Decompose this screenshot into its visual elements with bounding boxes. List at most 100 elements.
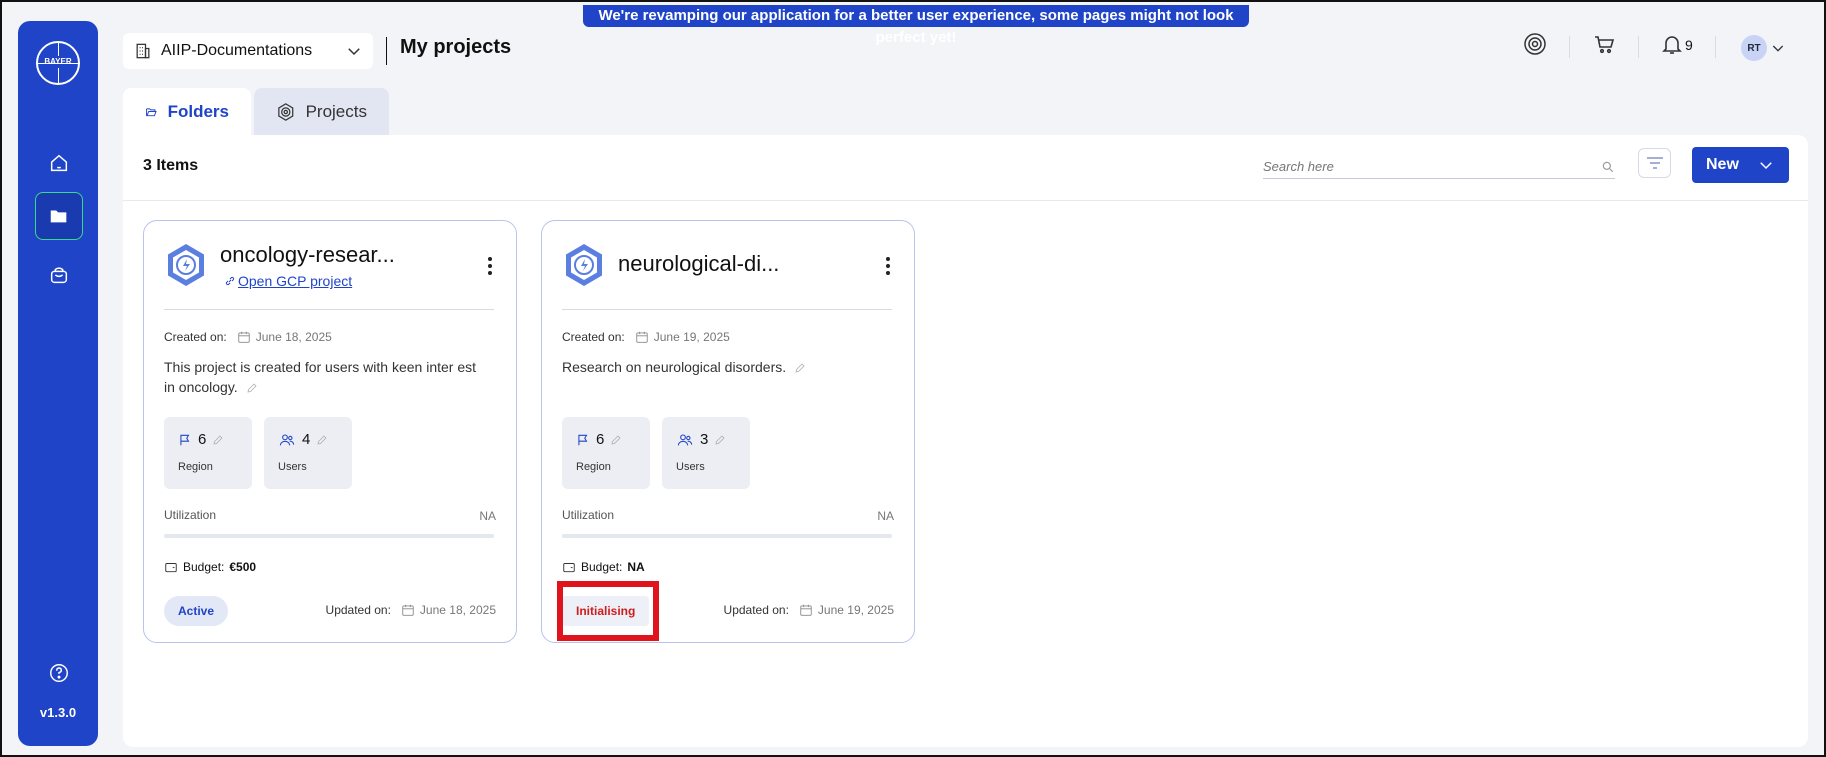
link-label: Open GCP project: [238, 273, 353, 289]
settings-button[interactable]: [1523, 32, 1547, 62]
wallet-icon: [563, 563, 575, 573]
highlight-box: [557, 581, 659, 641]
utilization-value: NA: [877, 509, 894, 523]
edit-icon[interactable]: [212, 434, 224, 446]
updated-on: Updated on: June 18, 2025: [326, 603, 496, 617]
budget-label: Budget:: [581, 560, 623, 574]
budget: Budget: NA: [562, 560, 645, 574]
created-on: Created on: June 18, 2025: [164, 330, 332, 344]
description-text: This project is created for users with k…: [164, 359, 477, 395]
logo-text: BAYER: [39, 56, 77, 68]
card-divider: [164, 309, 494, 310]
sidebar-item-bag[interactable]: [35, 251, 83, 299]
avatar[interactable]: RT: [1741, 35, 1767, 61]
workspace-select[interactable]: AIIP-Documentations: [123, 33, 373, 69]
header-divider: [386, 37, 387, 65]
budget-value: €500: [229, 560, 257, 574]
calendar-icon: [636, 331, 648, 343]
project-name[interactable]: neurological-di...: [618, 251, 779, 277]
new-button[interactable]: New: [1692, 147, 1789, 183]
building-icon: [136, 43, 150, 59]
edit-icon[interactable]: [246, 382, 258, 394]
region-stat: 6 Region: [164, 417, 252, 489]
search-bar: [1263, 155, 1615, 179]
chevron-down-icon: [1760, 162, 1772, 170]
notifications-button[interactable]: [1660, 32, 1684, 62]
bayer-logo[interactable]: BAYER: [36, 41, 80, 85]
created-label: Created on:: [164, 330, 227, 344]
cart-button[interactable]: [1592, 32, 1616, 62]
gear-icon: [1524, 33, 1546, 55]
card-divider: [562, 309, 892, 310]
sidebar-item-help[interactable]: [35, 649, 83, 697]
users-count: 4: [302, 431, 311, 448]
updated-label: Updated on:: [325, 603, 391, 617]
updated-label: Updated on:: [723, 603, 789, 617]
sidebar-item-folders[interactable]: [35, 192, 83, 240]
updated-date: June 19, 2025: [817, 603, 894, 617]
header-separator: [1715, 36, 1716, 58]
project-card[interactable]: neurological-di... Created on: June 19, …: [541, 220, 915, 643]
folder-open-icon: [146, 108, 157, 117]
panel-divider: [123, 200, 1808, 201]
project-icon: [168, 244, 204, 286]
revamp-banner: We're revamping our application for a be…: [583, 5, 1249, 46]
page-title: My projects: [400, 36, 512, 58]
created-on: Created on: June 19, 2025: [562, 330, 730, 344]
search-icon[interactable]: [1601, 160, 1615, 174]
region-count: 6: [596, 431, 605, 448]
updated-date: June 18, 2025: [419, 603, 496, 617]
edit-icon[interactable]: [316, 434, 328, 446]
description-text: Research on neurological disorders.: [562, 359, 787, 375]
workspace-name: AIIP-Documentations: [161, 42, 313, 59]
utilization-label: Utilization: [164, 508, 217, 522]
chevron-down-icon[interactable]: [1770, 40, 1786, 56]
users-stat: 4 Users: [264, 417, 352, 489]
wallet-icon: [165, 563, 177, 573]
calendar-icon: [238, 331, 250, 343]
edit-icon[interactable]: [794, 362, 806, 374]
region-stat: 6 Region: [562, 417, 650, 489]
tab-bar: Folders Projects: [123, 88, 389, 136]
tab-folders[interactable]: Folders: [123, 88, 251, 136]
project-name[interactable]: oncology-resear...: [220, 242, 395, 268]
edit-icon[interactable]: [610, 434, 622, 446]
status-badge: Active: [164, 596, 229, 626]
utilization-bar: [562, 534, 892, 538]
project-description: This project is created for users with k…: [164, 357, 490, 397]
users-label: Users: [278, 461, 307, 473]
created-date: June 18, 2025: [255, 330, 332, 344]
help-icon: [50, 664, 68, 682]
filter-button[interactable]: [1638, 148, 1671, 178]
edit-icon[interactable]: [714, 434, 726, 446]
users-stat: 3 Users: [662, 417, 750, 489]
folder-icon: [50, 210, 67, 223]
created-label: Created on:: [562, 330, 625, 344]
tab-projects[interactable]: Projects: [254, 88, 389, 136]
project-card[interactable]: oncology-resear... Open GCP project Crea…: [143, 220, 517, 643]
new-button-label: New: [1706, 156, 1739, 173]
utilization-label: Utilization: [562, 508, 615, 522]
utilization-bar: [164, 534, 494, 538]
flag-icon: [180, 434, 190, 445]
tab-label: Folders: [167, 102, 229, 121]
utilization-value: NA: [479, 509, 496, 523]
more-options-icon[interactable]: [488, 257, 492, 278]
open-gcp-link[interactable]: Open GCP project: [224, 273, 352, 289]
more-options-icon[interactable]: [886, 257, 890, 278]
projects-icon: [278, 103, 294, 121]
updated-on: Updated on: June 19, 2025: [724, 603, 894, 617]
region-count: 6: [198, 431, 207, 448]
chevron-down-icon: [348, 48, 360, 56]
tab-label: Projects: [305, 102, 367, 121]
items-count: 3 Items: [143, 157, 199, 174]
project-icon: [566, 244, 602, 286]
users-icon: [677, 433, 693, 445]
cart-icon: [1595, 36, 1615, 54]
budget-value: NA: [627, 560, 645, 574]
header-separator: [1638, 36, 1639, 58]
sidebar-item-home[interactable]: [35, 139, 83, 187]
search-input[interactable]: [1263, 159, 1583, 174]
app-version: v1.3.0: [39, 705, 77, 720]
region-label: Region: [576, 461, 611, 473]
